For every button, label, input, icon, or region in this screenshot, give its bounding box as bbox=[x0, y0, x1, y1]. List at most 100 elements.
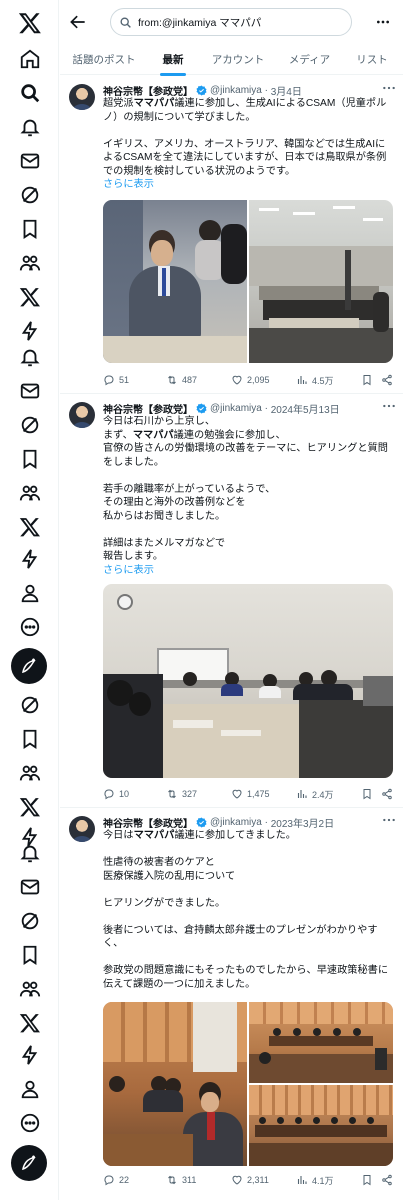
profile-icon[interactable] bbox=[16, 1075, 44, 1103]
like-button[interactable]: 2,311 bbox=[231, 1172, 269, 1188]
lightning-icon[interactable] bbox=[16, 317, 44, 345]
lightning-icon[interactable] bbox=[16, 545, 44, 573]
verified-badge-icon bbox=[196, 85, 207, 96]
verified-badge-icon bbox=[196, 403, 207, 414]
repost-icon bbox=[168, 789, 176, 799]
post[interactable]: 神谷宗幣【参政党】 @jinkamiya · 3月4日 超党派ママパパ議連に参加… bbox=[60, 76, 403, 394]
avatar[interactable] bbox=[69, 402, 95, 428]
reply-button[interactable]: 22 bbox=[103, 1172, 129, 1188]
post-date[interactable]: 2024年5月13日 bbox=[271, 401, 340, 416]
search-box[interactable] bbox=[110, 8, 352, 36]
communities-icon[interactable] bbox=[16, 479, 44, 507]
bookmarks-icon[interactable] bbox=[16, 215, 44, 243]
like-button[interactable]: 2,095 bbox=[231, 372, 270, 388]
show-more-link[interactable]: さらに表示 bbox=[103, 179, 154, 190]
photo-hearing-session[interactable] bbox=[103, 584, 393, 778]
author-handle[interactable]: @jinkamiya bbox=[210, 403, 262, 414]
post[interactable]: 神谷宗幣【参政党】 @jinkamiya · 2023年3月2日 今日はママパパ… bbox=[60, 808, 403, 1200]
communities-icon[interactable] bbox=[16, 249, 44, 277]
bookmarks-icon[interactable] bbox=[16, 941, 44, 969]
notifications-bell-icon[interactable] bbox=[16, 113, 44, 141]
tab-people[interactable]: アカウント bbox=[198, 44, 278, 75]
post-date[interactable]: 2023年3月2日 bbox=[271, 815, 334, 830]
tab-top[interactable]: 話題のポスト bbox=[60, 44, 148, 75]
more-circle-icon[interactable] bbox=[16, 613, 44, 641]
premium-x-icon[interactable] bbox=[16, 513, 44, 541]
x-logo-icon[interactable] bbox=[16, 9, 44, 37]
reply-button[interactable]: 10 bbox=[103, 786, 129, 802]
premium-x-icon[interactable] bbox=[16, 793, 44, 821]
repost-button[interactable]: 311 bbox=[166, 1172, 196, 1188]
author-handle[interactable]: @jinkamiya bbox=[210, 85, 262, 96]
avatar[interactable] bbox=[69, 816, 95, 842]
avatar[interactable] bbox=[69, 84, 95, 110]
notifications-bell-icon[interactable] bbox=[16, 839, 44, 867]
post[interactable]: 神谷宗幣【参政党】 @jinkamiya · 2024年5月13日 今日は石川か… bbox=[60, 394, 403, 808]
premium-x-icon[interactable] bbox=[16, 1009, 44, 1037]
photo-meeting-member[interactable] bbox=[103, 200, 247, 363]
share-button[interactable] bbox=[381, 372, 395, 388]
like-button[interactable]: 1,475 bbox=[231, 786, 270, 802]
bookmark-button[interactable] bbox=[361, 1172, 375, 1188]
communities-icon[interactable] bbox=[16, 759, 44, 787]
photo-committee-room[interactable] bbox=[249, 1002, 393, 1083]
highlighted-keyword: ママパパ bbox=[132, 429, 174, 441]
messages-envelope-icon[interactable] bbox=[16, 873, 44, 901]
post-media[interactable] bbox=[103, 584, 393, 778]
photo-meeting-member[interactable] bbox=[103, 1002, 247, 1166]
author-name[interactable]: 神谷宗幣【参政党】 bbox=[103, 83, 193, 98]
post-more-icon[interactable] bbox=[382, 401, 396, 411]
post-header: 神谷宗幣【参政党】 @jinkamiya · 3月4日 bbox=[103, 83, 302, 98]
notifications-bell-icon[interactable] bbox=[16, 343, 44, 371]
profile-icon[interactable] bbox=[16, 579, 44, 607]
views-button[interactable]: 2.4万 bbox=[296, 786, 334, 802]
photo-committee-room[interactable] bbox=[249, 1085, 393, 1166]
share-button[interactable] bbox=[381, 1172, 395, 1188]
bookmark-icon bbox=[363, 789, 371, 800]
views-chart-icon bbox=[297, 1176, 307, 1184]
more-options-icon[interactable] bbox=[373, 12, 393, 32]
post-media[interactable] bbox=[103, 1002, 393, 1166]
tab-lists[interactable]: リスト bbox=[341, 44, 403, 75]
grok-icon[interactable] bbox=[16, 411, 44, 439]
back-arrow-icon[interactable] bbox=[68, 12, 88, 32]
views-button[interactable]: 4.5万 bbox=[296, 372, 334, 388]
messages-envelope-icon[interactable] bbox=[16, 147, 44, 175]
views-button[interactable]: 4.1万 bbox=[296, 1172, 334, 1188]
grok-icon[interactable] bbox=[16, 181, 44, 209]
post-media[interactable] bbox=[103, 200, 393, 363]
compose-post-icon[interactable] bbox=[11, 648, 47, 684]
bookmark-button[interactable] bbox=[361, 786, 375, 802]
home-icon[interactable] bbox=[16, 45, 44, 73]
more-circle-icon[interactable] bbox=[16, 1109, 44, 1137]
communities-icon[interactable] bbox=[16, 975, 44, 1003]
search-icon[interactable] bbox=[16, 79, 44, 107]
bookmark-button[interactable] bbox=[361, 372, 375, 388]
share-button[interactable] bbox=[381, 786, 395, 802]
repost-button[interactable]: 487 bbox=[166, 372, 197, 388]
post-date[interactable]: 3月4日 bbox=[271, 83, 302, 98]
grok-icon[interactable] bbox=[16, 691, 44, 719]
author-name[interactable]: 神谷宗幣【参政党】 bbox=[103, 815, 193, 830]
tab-media[interactable]: メディア bbox=[278, 44, 341, 75]
reply-icon bbox=[104, 1175, 114, 1186]
grok-icon[interactable] bbox=[16, 907, 44, 935]
post-more-icon[interactable] bbox=[382, 815, 396, 825]
repost-button[interactable]: 327 bbox=[166, 786, 197, 802]
show-more-link[interactable]: さらに表示 bbox=[103, 565, 154, 576]
search-input[interactable] bbox=[138, 16, 338, 28]
reply-button[interactable]: 51 bbox=[103, 372, 129, 388]
tab-latest[interactable]: 最新 bbox=[148, 44, 198, 76]
compose-post-icon[interactable] bbox=[11, 1145, 47, 1181]
premium-x-icon[interactable] bbox=[16, 283, 44, 311]
lightning-icon[interactable] bbox=[16, 1041, 44, 1069]
author-handle[interactable]: @jinkamiya bbox=[210, 817, 262, 828]
messages-envelope-icon[interactable] bbox=[16, 377, 44, 405]
post-actions: 22 311 2,311 4.1万 bbox=[103, 1172, 398, 1188]
post-more-icon[interactable] bbox=[382, 83, 396, 93]
search-results-column: 話題のポスト 最新 アカウント メディア リスト 神谷宗幣【参政党】 @jink… bbox=[60, 0, 403, 1200]
author-name[interactable]: 神谷宗幣【参政党】 bbox=[103, 401, 193, 416]
photo-meeting-room[interactable] bbox=[249, 200, 393, 363]
bookmarks-icon[interactable] bbox=[16, 445, 44, 473]
bookmarks-icon[interactable] bbox=[16, 725, 44, 753]
